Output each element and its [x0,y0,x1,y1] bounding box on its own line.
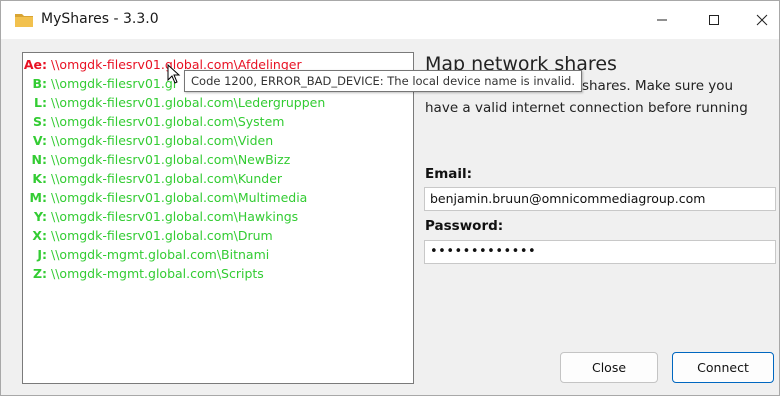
list-item[interactable]: K: \\omgdk-filesrv01.global.com\Kunder [23,169,282,188]
password-label: Password: [425,218,504,234]
connect-button[interactable]: Connect [672,352,774,383]
shares-list[interactable]: Ae: \\omgdk-filesrv01.global.com\Afdeling… [22,52,414,384]
drive-letter: Z: [32,266,47,281]
email-field[interactable]: benjamin.bruun@omnicommediagroup.com [424,187,776,211]
folder-icon [15,14,33,27]
drive-letter: K: [32,171,47,186]
share-path: \\omgdk-filesrv01.global.com\Kunder [51,171,283,186]
share-path: \\omgdk-mgmt.global.com\Bitnami [51,247,270,262]
share-path: \\omgdk-filesrv01.global.com\Ledergruppe… [51,95,326,110]
list-item[interactable]: Z: \\omgdk-mgmt.global.com\Scripts [23,264,264,283]
share-path: \\omgdk-filesrv01.global.com\Drum [51,228,273,243]
share-path: \\omgdk-filesrv01.gl [51,76,177,91]
list-item[interactable]: V: \\omgdk-filesrv01.global.com\Viden [23,131,273,150]
list-item[interactable]: M: \\omgdk-filesrv01.global.com\Multimedi… [23,188,308,207]
drive-letter: Ae: [23,57,47,72]
close-button[interactable]: Close [560,352,658,383]
share-path: \\omgdk-filesrv01.global.com\System [51,114,285,129]
maximize-button[interactable] [691,1,737,39]
minimize-icon [657,19,667,21]
list-item[interactable]: B: \\omgdk-filesrv01.gl [23,74,176,93]
list-item[interactable]: X: \\omgdk-filesrv01.global.com\Drum [23,226,273,245]
list-item[interactable]: J: \\omgdk-mgmt.global.com\Bitnami [23,245,269,264]
minimize-button[interactable] [639,1,685,39]
window-title: MyShares - 3.3.0 [41,11,159,27]
share-path: \\omgdk-filesrv01.global.com\Multimedia [51,190,308,205]
title-bar[interactable]: MyShares - 3.3.0 [1,1,779,39]
close-icon [756,14,768,26]
app-window: MyShares - 3.3.0 Ae: \\omgdk-filesrv01.gl… [0,0,780,396]
drive-letter: V: [32,133,47,148]
list-item[interactable]: Y: \\omgdk-filesrv01.global.com\Hawkings [23,207,298,226]
share-path: \\omgdk-mgmt.global.com\Scripts [51,266,264,281]
drive-letter: J: [37,247,47,262]
drive-letter: M: [29,190,47,205]
share-path: \\omgdk-filesrv01.global.com\Hawkings [51,209,299,224]
share-path: \\omgdk-filesrv01.global.com\Viden [51,133,274,148]
password-field[interactable]: ••••••••••••• [424,240,776,264]
drive-letter: N: [31,152,47,167]
list-item[interactable]: L: \\omgdk-filesrv01.global.com\Ledergrup… [23,93,325,112]
description-line-2: have a valid internet connection before … [425,100,748,116]
list-item[interactable]: S: \\omgdk-filesrv01.global.com\System [23,112,284,131]
drive-letter: Y: [34,209,47,224]
maximize-icon [709,15,719,25]
error-tooltip: Code 1200, ERROR_BAD_DEVICE: The local d… [184,70,582,92]
drive-letter: X: [32,228,47,243]
share-path: \\omgdk-filesrv01.global.com\NewBizz [51,152,291,167]
email-label: Email: [425,166,473,182]
drive-letter: L: [34,95,47,110]
drive-letter: B: [32,76,47,91]
close-window-button[interactable] [739,1,782,39]
mouse-cursor-icon [167,64,181,84]
list-item[interactable]: N: \\omgdk-filesrv01.global.com\NewBizz [23,150,291,169]
drive-letter: S: [32,114,47,129]
